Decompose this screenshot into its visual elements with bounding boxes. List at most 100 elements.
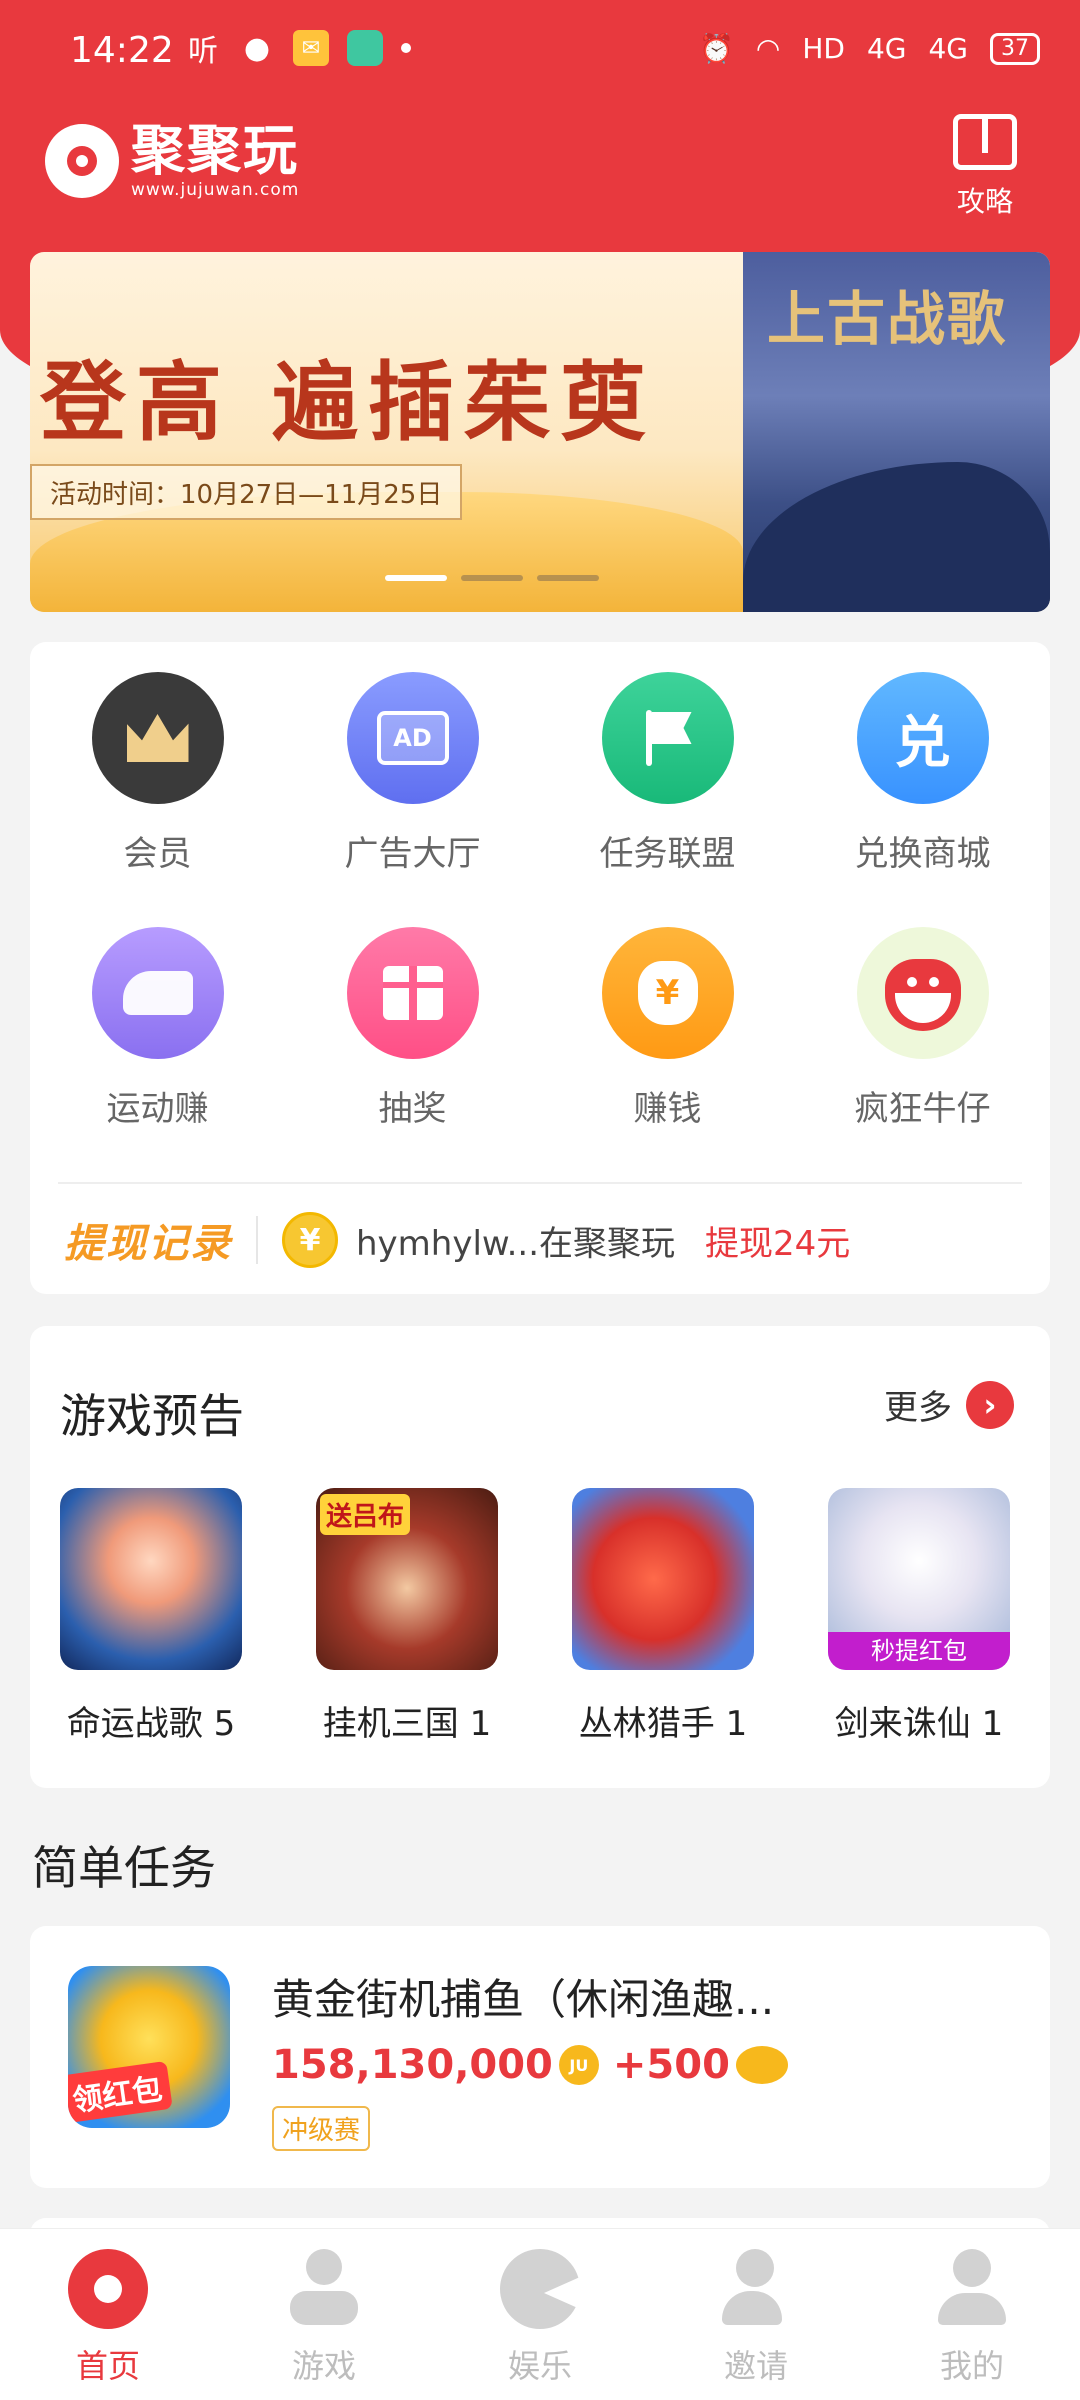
status-bar: 14:22 听 ● ✉ ⏰ ◠ HD 4G 4G 37 xyxy=(0,0,1080,105)
game-list: 命运战歌 5 送吕布 挂机三国 1 丛林猎手 1 秒提红包 剑来诛仙 1 xyxy=(60,1488,1010,1745)
feature-label: 任务联盟 xyxy=(599,834,736,874)
task-bonus: +500 xyxy=(612,2042,730,2088)
carousel-dot xyxy=(385,575,447,581)
task-icon-badge: 领红包 xyxy=(68,2060,173,2124)
tab-me[interactable]: 我的 xyxy=(864,2229,1080,2400)
feature-label: 运动赚 xyxy=(106,1089,209,1129)
withdraw-user: hymhylw...在聚聚玩 xyxy=(356,1223,676,1264)
feature-exchange-mall[interactable]: 兑 兑换商城 xyxy=(795,672,1050,875)
game-badge: 秒提红包 xyxy=(828,1632,1010,1670)
crown-icon xyxy=(91,672,224,804)
piggy-bank-icon xyxy=(735,2046,788,2084)
banner-side-title: 上古战歌 xyxy=(767,285,1008,353)
carousel-dot xyxy=(537,575,599,581)
carousel-dot xyxy=(461,575,523,581)
more-notifications-dot-icon xyxy=(401,43,411,53)
wifi-icon: ◠ xyxy=(755,32,781,65)
banner-slide[interactable]: 登高 遍插茱萸 活动时间：10月27日—11月25日 xyxy=(30,252,743,612)
game-preview-card: 游戏预告 更多 › 命运战歌 5 送吕布 挂机三国 1 丛林猎手 1 秒提红包 … xyxy=(30,1326,1050,1788)
game-icon xyxy=(60,1488,242,1670)
coin-icon: ¥ xyxy=(282,1212,338,1268)
task-game-icon: 领红包 xyxy=(68,1966,230,2128)
feature-earn-money[interactable]: ¥ 赚钱 xyxy=(540,927,795,1130)
ju-coin-icon: JU xyxy=(558,2045,599,2085)
task-tag: 冲级赛 xyxy=(272,2106,371,2151)
alarm-icon: ⏰ xyxy=(699,32,734,65)
tab-entertainment[interactable]: 娱乐 xyxy=(432,2229,648,2400)
more-button[interactable]: 更多 › xyxy=(884,1380,1014,1429)
bottom-tab-bar: 首页 游戏 娱乐 邀请 我的 xyxy=(0,2228,1080,2400)
carousel-indicator xyxy=(385,575,599,581)
tab-label: 我的 xyxy=(939,2347,1004,2385)
sneaker-icon xyxy=(91,927,224,1059)
game-name: 剑来诛仙 1 xyxy=(834,1704,1004,1744)
game-badge: 送吕布 xyxy=(320,1494,411,1535)
feature-label: 会员 xyxy=(123,834,192,874)
feature-label: 兑换商城 xyxy=(854,834,991,874)
withdraw-ticker[interactable]: 提现记录 ¥ hymhylw...在聚聚玩 提现24元 xyxy=(64,1210,1024,1270)
game-icon xyxy=(572,1488,754,1670)
add-user-icon xyxy=(716,2249,796,2329)
joystick-icon xyxy=(284,2249,364,2329)
section-title: 简单任务 xyxy=(32,1841,216,1895)
withdraw-title: 提现记录 xyxy=(64,1221,232,1267)
game-item[interactable]: 送吕布 挂机三国 1 xyxy=(316,1488,498,1745)
feature-label: 抽奖 xyxy=(378,1089,447,1129)
game-name: 挂机三国 1 xyxy=(322,1704,492,1744)
chevron-right-icon: › xyxy=(966,1380,1014,1429)
task-title: 黄金街机捕鱼（休闲渔趣... xyxy=(272,1975,775,2024)
section-title: 游戏预告 xyxy=(60,1389,244,1443)
signal-4g-icon: 4G xyxy=(866,32,907,65)
feature-sport-earn[interactable]: 运动赚 xyxy=(30,927,285,1130)
tab-label: 游戏 xyxy=(291,2347,356,2385)
app-notification-icon xyxy=(347,30,383,66)
cow-icon xyxy=(856,927,989,1059)
logo-name: 聚聚玩 xyxy=(131,119,299,182)
tab-games[interactable]: 游戏 xyxy=(216,2229,432,2400)
money-bag-icon: ¥ xyxy=(601,927,734,1059)
wechat-icon: ● xyxy=(243,30,271,66)
guide-label: 攻略 xyxy=(956,185,1013,218)
banner-date: 活动时间：10月27日—11月25日 xyxy=(30,464,463,520)
signal-4g-icon-2: 4G xyxy=(928,32,968,65)
game-item[interactable]: 命运战歌 5 xyxy=(60,1488,242,1745)
feature-ad-hall[interactable]: AD 广告大厅 xyxy=(285,672,540,875)
system-icons: ⏰ ◠ HD 4G 4G 37 xyxy=(699,32,1040,65)
task-item[interactable]: 领红包 黄金街机捕鱼（休闲渔趣... 158,130,000 JU +500 冲… xyxy=(30,1926,1050,2188)
feature-lottery[interactable]: 抽奖 xyxy=(285,927,540,1130)
task-reward: 158,130,000 JU +500 xyxy=(272,2042,788,2088)
banner-title: 登高 遍插茱萸 xyxy=(40,352,656,453)
withdraw-amount: 提现24元 xyxy=(705,1223,851,1264)
notification-icons: 听 ● ✉ xyxy=(185,30,411,69)
feature-grid: 会员 AD 广告大厅 任务联盟 兑 兑换商城 运动赚 抽奖 ¥ 赚钱 疯狂牛仔 xyxy=(30,672,1050,1130)
game-item[interactable]: 秒提红包 剑来诛仙 1 xyxy=(828,1488,1010,1745)
game-icon: 秒提红包 xyxy=(828,1488,1010,1670)
guide-button[interactable]: 攻略 xyxy=(940,114,1030,220)
app-header: 聚聚玩 www.jujuwan.com 攻略 xyxy=(0,110,1080,240)
gift-icon xyxy=(346,927,479,1059)
logo-url: www.jujuwan.com xyxy=(131,180,300,200)
tab-label: 娱乐 xyxy=(507,2347,572,2385)
banner-next-slide[interactable]: 上古战歌 xyxy=(743,252,1050,612)
tab-invite[interactable]: 邀请 xyxy=(648,2229,864,2400)
tab-label: 首页 xyxy=(75,2347,140,2385)
feature-label: 疯狂牛仔 xyxy=(854,1089,991,1129)
tab-home[interactable]: 首页 xyxy=(0,2229,216,2400)
app-logo: 聚聚玩 www.jujuwan.com xyxy=(45,122,299,200)
feature-vip[interactable]: 会员 xyxy=(30,672,285,875)
logo-mark-icon xyxy=(45,124,119,198)
divider xyxy=(256,1216,258,1264)
battery-icon: 37 xyxy=(990,32,1040,65)
banner-carousel[interactable]: 登高 遍插茱萸 活动时间：10月27日—11月25日 上古战歌 xyxy=(30,252,1050,612)
divider xyxy=(58,1182,1022,1184)
feature-crazy-cowboy[interactable]: 疯狂牛仔 xyxy=(795,927,1050,1130)
feature-task-alliance[interactable]: 任务联盟 xyxy=(540,672,795,875)
exchange-icon: 兑 xyxy=(856,672,989,804)
game-icon: 送吕布 xyxy=(316,1488,498,1670)
feature-label: 赚钱 xyxy=(633,1089,702,1129)
flag-icon xyxy=(601,672,734,804)
user-icon xyxy=(932,2249,1012,2329)
hd-indicator: HD xyxy=(802,32,845,65)
pacman-icon xyxy=(500,2249,580,2329)
game-item[interactable]: 丛林猎手 1 xyxy=(572,1488,754,1745)
